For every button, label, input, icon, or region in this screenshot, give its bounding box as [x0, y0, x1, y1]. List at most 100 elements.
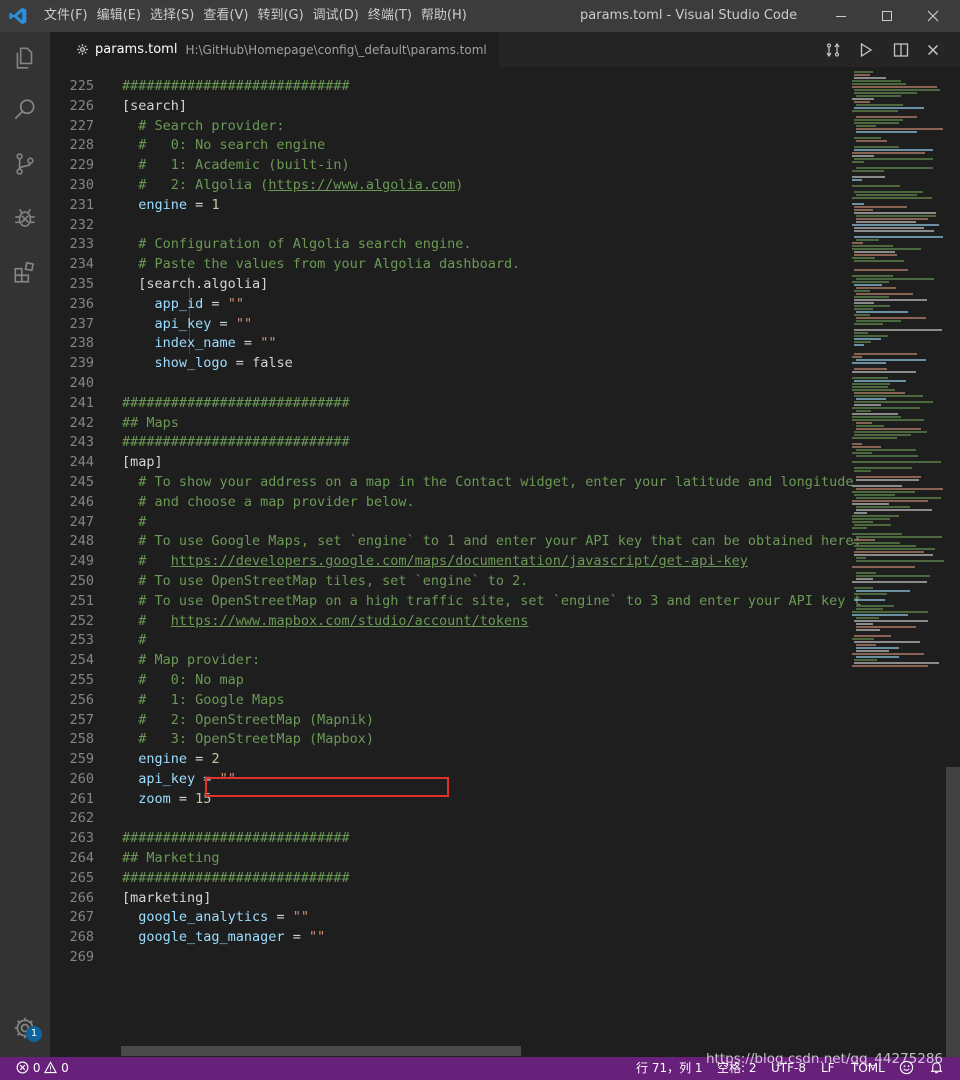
minimap-line	[856, 95, 901, 97]
search-icon	[14, 99, 35, 120]
minimap-line	[852, 566, 915, 568]
menu-help[interactable]: 帮助(H)	[421, 0, 476, 32]
line-text: # 3: OpenStreetMap (Mapbox)	[138, 731, 374, 748]
vertical-scrollbar[interactable]	[946, 67, 960, 1057]
line-number: 235	[69, 275, 94, 292]
line-number: 254	[69, 652, 94, 669]
settings-update-badge: 1	[26, 1026, 42, 1042]
minimap-line	[856, 320, 901, 322]
line-number: 226	[69, 97, 94, 114]
code-line: 251 # To use OpenStreetMap on a high tra…	[50, 592, 960, 612]
close-tab-button[interactable]	[916, 32, 950, 67]
code-line: 243 ############################	[50, 433, 960, 453]
extensions-button[interactable]	[0, 248, 50, 296]
minimap-line	[852, 257, 875, 259]
line-number: 265	[69, 869, 94, 886]
window-title: params.toml - Visual Studio Code	[580, 8, 798, 23]
error-icon	[16, 1061, 29, 1074]
line-text: # To use OpenStreetMap on a high traffic…	[138, 592, 862, 609]
vertical-scrollbar-thumb[interactable]	[946, 767, 960, 1057]
menu-edit[interactable]: 编辑(E)	[97, 0, 150, 32]
minimap-line	[854, 332, 868, 334]
minimap-line	[856, 557, 866, 559]
minimap-line	[852, 485, 902, 487]
code-line: 240	[50, 374, 960, 394]
debug-icon	[15, 208, 35, 227]
minimap-line	[852, 176, 885, 178]
problems-indicator[interactable]: 0 0	[16, 1057, 69, 1080]
menu-go[interactable]: 转到(G)	[257, 0, 312, 32]
minimap-line	[852, 152, 925, 154]
watermark-text: https://blog.csdn.net/qq_44275286	[706, 1051, 944, 1067]
code-line: 254 # Map provider:	[50, 651, 960, 671]
minimap-line	[852, 500, 928, 502]
search-button[interactable]	[0, 86, 50, 134]
minimap-line	[854, 353, 917, 355]
line-text: # Search provider:	[138, 117, 285, 134]
minimize-button[interactable]	[818, 0, 864, 32]
minimap-line	[854, 329, 942, 331]
minimap-line	[852, 521, 873, 523]
minimap-line	[852, 383, 890, 385]
minimap-line	[856, 317, 926, 319]
split-editor-button[interactable]	[884, 32, 918, 67]
minimap-line	[852, 503, 889, 505]
minimap-line	[854, 659, 877, 661]
minimap-line	[854, 284, 882, 286]
line-number: 267	[69, 909, 94, 926]
minimap-line	[856, 629, 880, 631]
minimap-line	[854, 434, 911, 436]
line-text: ## Marketing	[122, 850, 220, 867]
minimap-line	[852, 653, 924, 655]
source-control-button[interactable]	[0, 140, 50, 188]
line-number: 264	[69, 850, 94, 867]
minimap-line	[856, 449, 916, 451]
code-editor[interactable]: 225 ############################ 226 [searc…	[50, 67, 960, 1057]
minimap[interactable]	[848, 67, 946, 1057]
line-number: 245	[69, 473, 94, 490]
minimap-line	[854, 308, 873, 310]
minimap-line	[852, 248, 921, 250]
maximize-button[interactable]	[864, 0, 910, 32]
line-text: engine = 1	[138, 196, 220, 213]
menu-selection[interactable]: 选择(S)	[150, 0, 203, 32]
code-line: 235 [search.algolia]	[50, 275, 960, 295]
code-line: 239 show_logo = false	[50, 354, 960, 374]
minimap-line	[856, 167, 933, 169]
line-text: engine = 2	[138, 751, 220, 768]
minimap-line	[852, 161, 864, 163]
run-button[interactable]	[849, 32, 883, 67]
code-line: 236 app_id = ""	[50, 295, 960, 315]
menu-terminal[interactable]: 终端(T)	[368, 0, 421, 32]
menu-view[interactable]: 查看(V)	[203, 0, 257, 32]
tab-params-toml[interactable]: params.toml H:\GitHub\Homepage\config\_d…	[50, 32, 499, 67]
code-line: 246 # and choose a map provider below.	[50, 493, 960, 513]
settings-button[interactable]	[0, 1004, 50, 1052]
minimap-line	[852, 242, 863, 244]
minimap-line	[856, 644, 876, 646]
cursor-position[interactable]: 行 71，列 1	[636, 1057, 703, 1080]
menu-debug[interactable]: 调试(D)	[313, 0, 368, 32]
code-line: 256 # 1: Google Maps	[50, 691, 960, 711]
explorer-button[interactable]	[0, 34, 50, 82]
settings-file-icon	[77, 44, 88, 55]
open-changes-button[interactable]	[816, 32, 850, 67]
line-number: 225	[69, 78, 94, 94]
minimap-line	[856, 497, 941, 499]
minimap-line	[854, 206, 907, 208]
minimap-line	[854, 368, 887, 370]
minimap-line	[852, 80, 901, 82]
minimap-line	[854, 209, 873, 211]
minimap-line	[854, 149, 933, 151]
minimap-line	[852, 419, 924, 421]
close-window-button[interactable]	[910, 0, 956, 32]
menu-file[interactable]: 文件(F)	[44, 0, 97, 32]
line-number: 263	[69, 830, 94, 847]
code-line: 263 ############################	[50, 829, 960, 849]
debug-button[interactable]	[0, 194, 50, 242]
minimap-line	[852, 515, 899, 517]
line-number: 248	[69, 533, 94, 550]
minimap-line	[856, 140, 887, 142]
minimap-line	[856, 239, 879, 241]
horizontal-scrollbar-thumb[interactable]	[121, 1046, 521, 1056]
